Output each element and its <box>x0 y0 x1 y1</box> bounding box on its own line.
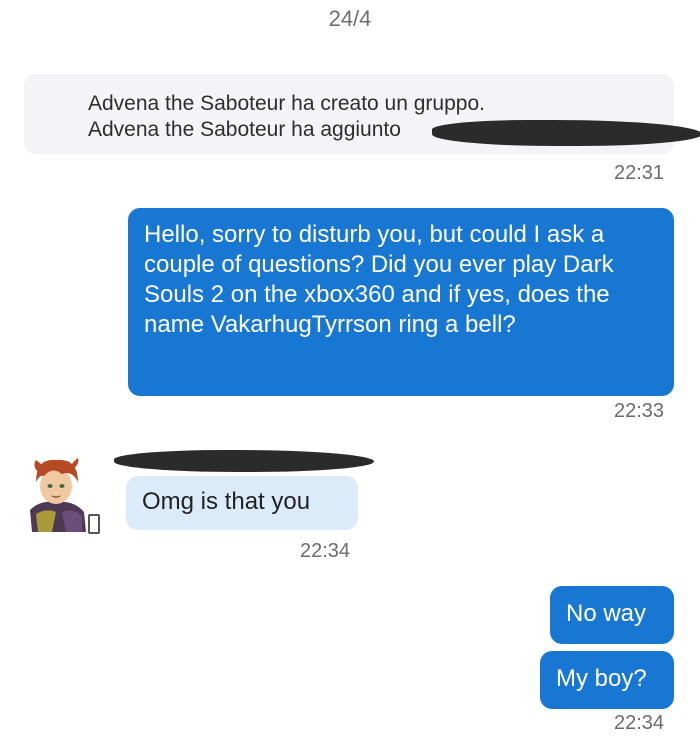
system-message-time: 22:31 <box>614 162 665 184</box>
incoming-message-bubble[interactable]: Omg is that you <box>126 476 358 530</box>
redaction-mark <box>432 120 700 146</box>
outgoing-message-time: 22:33 <box>614 400 665 422</box>
incoming-message-text: Omg is that you <box>142 488 311 515</box>
date-header: 24/4 <box>328 6 372 31</box>
system-message: Advena the Saboteur ha creato un gruppo.… <box>24 74 700 154</box>
outgoing-message-text: No way <box>566 600 647 627</box>
outgoing-message-bubble[interactable]: No way <box>550 586 674 644</box>
outgoing-message-text: Hello, sorry to disturb you, but could I… <box>144 221 614 338</box>
system-message-line-2: Advena the Saboteur ha aggiunto <box>88 118 401 141</box>
phone-icon <box>88 514 100 534</box>
avatar-image <box>22 452 90 532</box>
avatar[interactable] <box>22 452 90 532</box>
sender-name-redaction <box>114 450 374 472</box>
outgoing-message-time: 22:34 <box>614 712 665 734</box>
incoming-message-time: 22:34 <box>300 540 351 562</box>
outgoing-message-bubble[interactable]: My boy? <box>540 651 674 709</box>
system-message-line-1: Advena the Saboteur ha creato un gruppo. <box>88 92 485 115</box>
outgoing-message-bubble[interactable]: Hello, sorry to disturb you, but could I… <box>128 208 674 396</box>
outgoing-message-text: My boy? <box>556 665 647 692</box>
